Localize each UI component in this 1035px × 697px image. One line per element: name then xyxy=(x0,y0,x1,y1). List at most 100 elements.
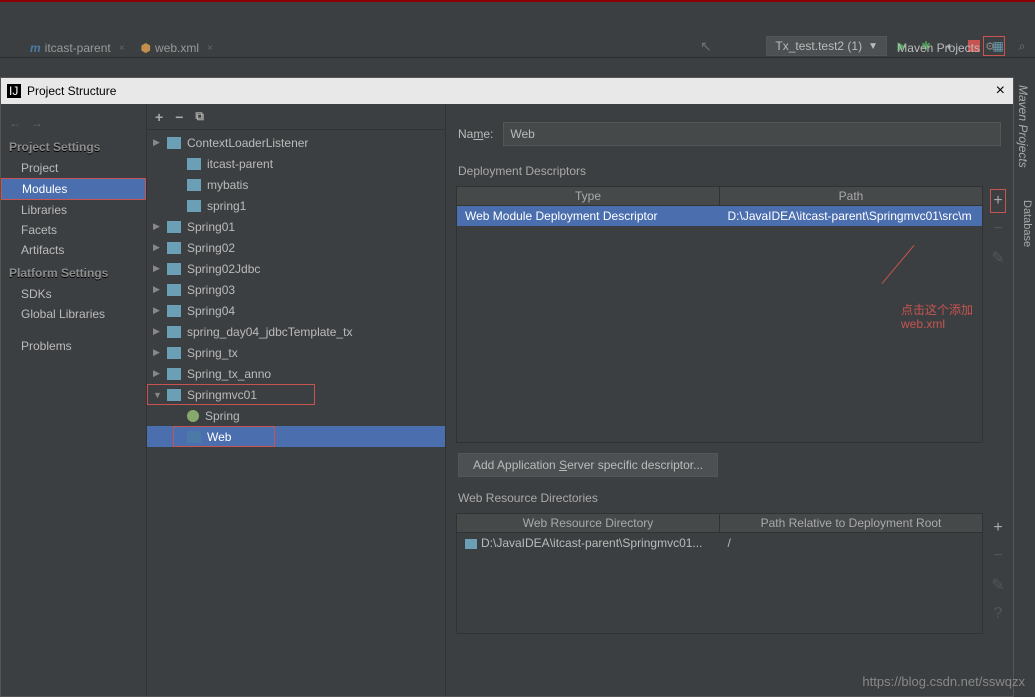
close-icon[interactable]: × xyxy=(207,43,213,54)
folder-icon xyxy=(167,284,181,296)
expand-icon[interactable]: ▶ xyxy=(153,221,163,232)
tree-item-label: Spring xyxy=(205,409,240,423)
expand-icon[interactable]: ▶ xyxy=(153,326,163,337)
dropdown-arrow-icon: ▼ xyxy=(868,41,878,52)
folder-icon xyxy=(167,326,181,338)
folder-icon xyxy=(167,242,181,254)
wrd-table-area: Web Resource Directory Path Relative to … xyxy=(456,513,1013,634)
section-project-settings: Project Settings xyxy=(1,134,146,158)
folder-icon xyxy=(187,200,201,212)
col-web-resource-dir: Web Resource Directory xyxy=(457,514,720,532)
tree-item-label: itcast-parent xyxy=(207,157,273,171)
expand-icon[interactable]: ▶ xyxy=(153,242,163,253)
tree-item-spring[interactable]: Spring xyxy=(147,405,445,426)
wrd-actions: + − ✎ ? xyxy=(983,513,1013,634)
wrd-table-row[interactable]: D:\JavaIDEA\itcast-parent\Springmvc01...… xyxy=(457,533,982,553)
remove-icon[interactable]: − xyxy=(993,220,1002,238)
add-icon[interactable]: + xyxy=(993,192,1002,210)
dd-actions: + − ✎ xyxy=(983,186,1013,443)
run-config-selector[interactable]: Tx_test.test2 (1) ▼ xyxy=(766,36,887,56)
tree-item-mybatis[interactable]: mybatis xyxy=(147,174,445,195)
tree-item-itcast-parent[interactable]: itcast-parent xyxy=(147,153,445,174)
wrd-table-header: Web Resource Directory Path Relative to … xyxy=(457,514,982,533)
add-icon[interactable]: + xyxy=(993,519,1002,537)
tree-item-spring03[interactable]: ▶Spring03 xyxy=(147,279,445,300)
nav-global-libraries[interactable]: Global Libraries xyxy=(1,304,146,324)
close-icon[interactable]: × xyxy=(119,43,125,54)
nav-sdks[interactable]: SDKs xyxy=(1,284,146,304)
expand-icon[interactable]: ▶ xyxy=(153,137,163,148)
search-icon[interactable]: ⌕ xyxy=(1013,37,1031,55)
app-icon: IJ xyxy=(7,84,21,98)
tab-web-xml[interactable]: ⬢ web.xml × xyxy=(135,39,219,57)
tab-itcast-parent[interactable]: m itcast-parent × xyxy=(24,39,131,57)
expand-icon[interactable]: ▶ xyxy=(153,305,163,316)
maven-projects-tab[interactable]: Maven Projects xyxy=(897,41,980,55)
tree-item-label: mybatis xyxy=(207,178,248,192)
project-structure-dialog: IJ Project Structure × ← → Project Setti… xyxy=(0,77,1014,697)
wrd-table[interactable]: Web Resource Directory Path Relative to … xyxy=(456,513,983,634)
dialog-body: ← → Project Settings Project Modules Lib… xyxy=(1,104,1013,696)
tree-item-web[interactable]: Web xyxy=(147,426,445,447)
dd-table-row[interactable]: Web Module Deployment Descriptor D:\Java… xyxy=(457,206,982,226)
tree-item-spring1[interactable]: spring1 xyxy=(147,195,445,216)
web-resource-dirs-label: Web Resource Directories xyxy=(446,487,1013,509)
tree-item-spring04[interactable]: ▶Spring04 xyxy=(147,300,445,321)
expand-icon[interactable]: ▶ xyxy=(153,347,163,358)
folder-icon xyxy=(167,305,181,317)
tree-item-label: Spring_tx_anno xyxy=(187,367,271,381)
nav-facets[interactable]: Facets xyxy=(1,220,146,240)
nav-problems[interactable]: Problems xyxy=(1,336,146,356)
tree-item-spring02[interactable]: ▶ Spring02 xyxy=(147,237,445,258)
gear-icon[interactable]: ⚙ xyxy=(985,40,995,53)
expand-icon[interactable]: ▶ xyxy=(153,284,163,295)
expand-icon[interactable]: ▶ xyxy=(153,263,163,274)
nav-modules[interactable]: Modules xyxy=(1,178,146,200)
tree-item-label: Spring02 xyxy=(187,241,235,255)
col-path-relative: Path Relative to Deployment Root xyxy=(720,514,982,532)
tree-item-label: spring_day04_jdbcTemplate_tx xyxy=(187,325,352,339)
copy-icon[interactable]: ⧉ xyxy=(195,109,204,124)
expand-icon[interactable]: ▶ xyxy=(153,368,163,379)
add-server-descriptor-button[interactable]: Add Application Server specific descript… xyxy=(458,453,718,477)
tree-item-label: Spring01 xyxy=(187,220,235,234)
close-icon[interactable]: × xyxy=(996,82,1005,100)
maven-projects-tool[interactable]: Maven Projects xyxy=(1014,77,1032,176)
modules-tree[interactable]: ▶ ContextLoaderListener itcast-parent mybat… xyxy=(147,130,445,449)
edit-icon[interactable]: ✎ xyxy=(991,575,1004,595)
ide-topbar: ↖ Tx_test.test2 (1) ▼ ▶ ✱ ◐ ▦ ⌕ m itcast… xyxy=(0,0,1035,58)
tree-item-label: ContextLoaderListener xyxy=(187,136,308,150)
tree-item-spring-day04-jdbctemplate-tx[interactable]: ▶ spring_day04_jdbcTemplate_tx xyxy=(147,321,445,342)
remove-icon[interactable]: − xyxy=(175,109,183,125)
name-input[interactable] xyxy=(503,122,1001,146)
detail-pane: Name: Deployment Descriptors Type Path W… xyxy=(446,104,1013,696)
help-icon[interactable]: ? xyxy=(994,605,1003,623)
edit-icon[interactable]: ✎ xyxy=(991,248,1004,268)
section-platform-settings: Platform Settings xyxy=(1,260,146,284)
tree-item-spring02jdbc[interactable]: ▶Spring02Jdbc xyxy=(147,258,445,279)
add-icon[interactable]: + xyxy=(155,109,163,125)
database-tool[interactable]: Database xyxy=(1021,200,1033,247)
folder-icon xyxy=(167,221,181,233)
remove-icon[interactable]: − xyxy=(993,547,1002,565)
tree-item-springmvc01[interactable]: ▼Springmvc01 xyxy=(147,384,445,405)
xml-icon: ⬢ xyxy=(141,41,151,55)
back-arrow-icon[interactable]: ↖ xyxy=(700,38,712,55)
nav-artifacts[interactable]: Artifacts xyxy=(1,240,146,260)
nav-history: ← → xyxy=(1,112,146,134)
col-path: Path xyxy=(720,187,982,205)
tab-label: web.xml xyxy=(155,41,199,55)
forward-icon[interactable]: → xyxy=(31,116,43,130)
nav-libraries[interactable]: Libraries xyxy=(1,200,146,220)
folder-icon xyxy=(187,179,201,191)
back-icon[interactable]: ← xyxy=(9,116,21,130)
maven-icon: m xyxy=(30,41,41,55)
tree-item-contextloaderlistener[interactable]: ▶ ContextLoaderListener xyxy=(147,132,445,153)
cell-dir: D:\JavaIDEA\itcast-parent\Springmvc01... xyxy=(457,534,720,552)
tree-item-spring01[interactable]: ▶ Spring01 xyxy=(147,216,445,237)
tree-item-label: Spring_tx xyxy=(187,346,238,360)
tree-item-spring-tx[interactable]: ▶ Spring_tx xyxy=(147,342,445,363)
nav-project[interactable]: Project xyxy=(1,158,146,178)
tree-item-spring-tx-anno[interactable]: ▶ Spring_tx_anno xyxy=(147,363,445,384)
settings-nav: ← → Project Settings Project Modules Lib… xyxy=(1,104,147,696)
